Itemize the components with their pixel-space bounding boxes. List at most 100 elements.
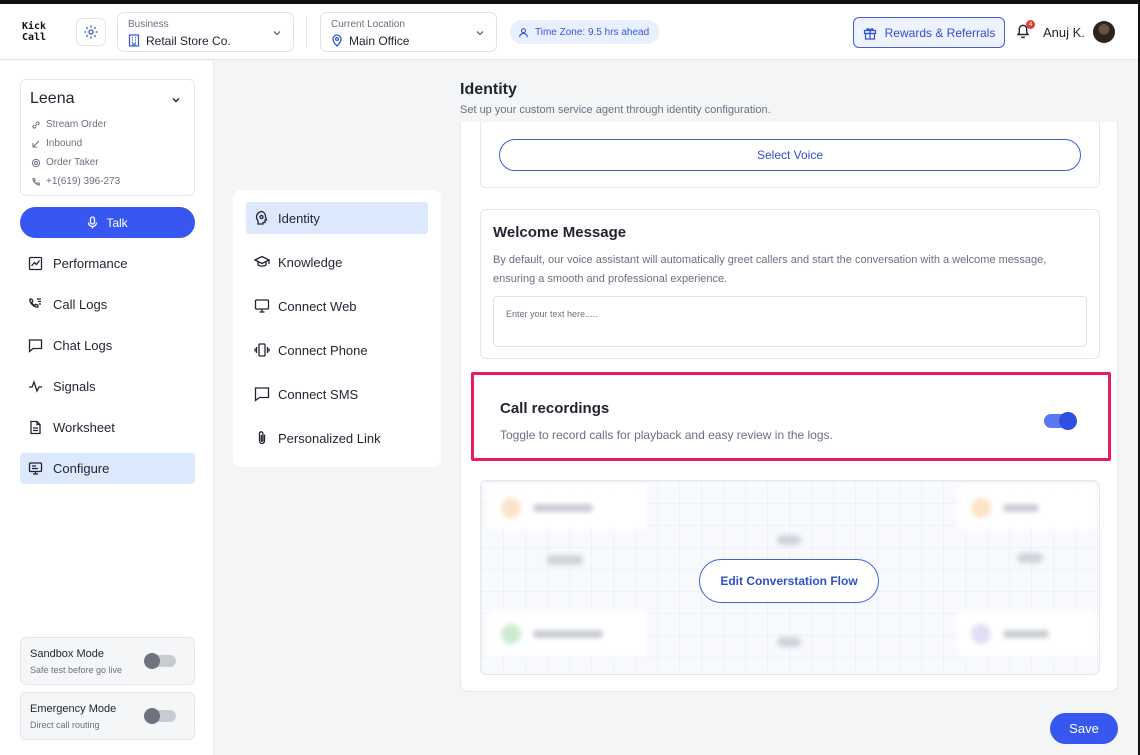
toggle-knob xyxy=(144,708,160,724)
divider xyxy=(306,16,307,48)
sidebar-item-signals[interactable]: Signals xyxy=(20,371,195,402)
menu-item-personalized-link[interactable]: Personalized Link xyxy=(246,422,428,454)
menu-item-label: Connect Phone xyxy=(278,342,368,358)
message-icon xyxy=(254,387,270,402)
sidebar: Leena Stream Order Inbound Order Taker +… xyxy=(0,61,214,755)
talk-button[interactable]: Talk xyxy=(20,207,195,238)
agent-detail-row: Stream Order xyxy=(31,119,107,130)
agent-detail-row: +1(619) 396-273 xyxy=(31,176,120,187)
flow-node xyxy=(957,485,1097,531)
sandbox-mode-card: Sandbox Mode Safe test before go live xyxy=(20,637,195,685)
avatar[interactable] xyxy=(1093,21,1115,43)
call-recordings-description: Toggle to record calls for playback and … xyxy=(500,428,833,442)
menu-item-label: Knowledge xyxy=(278,254,343,270)
agent-name: Leena xyxy=(30,90,75,107)
link-icon xyxy=(32,120,40,129)
flow-node xyxy=(957,611,1097,657)
call-recordings-toggle[interactable] xyxy=(1044,412,1077,430)
building-icon xyxy=(128,34,140,47)
business-select[interactable]: Business Retail Store Co. xyxy=(117,12,294,52)
emergency-mode-card: Emergency Mode Direct call routing xyxy=(20,692,195,740)
menu-item-knowledge[interactable]: Knowledge xyxy=(246,246,428,278)
sandbox-mode-toggle[interactable] xyxy=(144,653,176,669)
welcome-message-title: Welcome Message xyxy=(493,224,627,241)
sidebar-item-label: Worksheet xyxy=(53,420,115,435)
rewards-referrals-button[interactable]: Rewards & Referrals xyxy=(853,17,1005,48)
edit-conversation-flow-button[interactable]: Edit Converstation Flow xyxy=(699,559,879,603)
sidebar-item-configure[interactable]: Configure xyxy=(20,453,195,484)
settings-menu: Identity Knowledge Connect Web Connect P… xyxy=(233,190,441,467)
conversation-flow-preview: Edit Converstation Flow xyxy=(480,480,1100,675)
menu-item-identity[interactable]: Identity xyxy=(246,202,428,234)
chart-icon xyxy=(28,256,43,271)
flow-edge-label xyxy=(547,555,583,565)
flow-node-dot xyxy=(501,624,521,644)
identity-panel: Select Voice Welcome Message By default,… xyxy=(460,122,1118,692)
chevron-down-icon[interactable] xyxy=(170,94,182,106)
identity-icon xyxy=(255,210,268,225)
rewards-label: Rewards & Referrals xyxy=(884,25,996,40)
emergency-mode-toggle[interactable] xyxy=(144,708,176,724)
sidebar-item-call-logs[interactable]: Call Logs xyxy=(20,289,195,320)
flow-node-bar xyxy=(533,504,593,512)
sidebar-item-label: Performance xyxy=(53,256,128,271)
business-value: Retail Store Co. xyxy=(146,34,231,48)
sidebar-item-chat-logs[interactable]: Chat Logs xyxy=(20,330,195,361)
app-logo[interactable]: Kick Call xyxy=(22,21,52,43)
agent-detail-row: Order Taker xyxy=(31,157,99,168)
agent-card[interactable]: Leena Stream Order Inbound Order Taker +… xyxy=(20,79,195,196)
menu-item-connect-sms[interactable]: Connect SMS xyxy=(246,378,428,410)
flow-edge-label xyxy=(1017,553,1043,563)
toggle-knob xyxy=(144,653,160,669)
user-icon xyxy=(519,27,528,37)
microphone-icon xyxy=(88,216,98,229)
toggle-knob xyxy=(1059,412,1077,430)
save-button[interactable]: Save xyxy=(1050,713,1118,744)
emergency-mode-title: Emergency Mode xyxy=(30,703,117,715)
pulse-icon xyxy=(29,380,42,393)
settings-cog-icon xyxy=(31,158,41,167)
sandbox-mode-subtitle: Safe test before go live xyxy=(30,665,123,675)
settings-button[interactable] xyxy=(76,18,106,46)
page-subtitle: Set up your custom service agent through… xyxy=(460,104,771,116)
agent-detail-row: Inbound xyxy=(31,138,82,149)
sidebar-item-worksheet[interactable]: Worksheet xyxy=(20,412,195,443)
menu-item-connect-web[interactable]: Connect Web xyxy=(246,290,428,322)
welcome-message-input[interactable] xyxy=(493,296,1087,347)
arrow-down-left-icon xyxy=(32,140,40,147)
user-name[interactable]: Anuj K. xyxy=(1043,25,1085,40)
voice-card: Select Voice xyxy=(480,122,1100,188)
flow-node-dot xyxy=(501,498,521,518)
phone-list-icon xyxy=(29,298,41,308)
chat-icon xyxy=(28,339,43,353)
select-voice-button[interactable]: Select Voice xyxy=(499,139,1081,171)
chevron-down-icon xyxy=(273,31,281,36)
flow-edge-label xyxy=(777,637,801,647)
emergency-mode-subtitle: Direct call routing xyxy=(30,720,100,730)
location-pin-icon xyxy=(332,34,342,47)
page-title: Identity xyxy=(460,81,517,98)
sandbox-mode-title: Sandbox Mode xyxy=(30,648,104,660)
gift-icon xyxy=(863,27,876,40)
sidebar-item-label: Signals xyxy=(53,379,96,394)
gear-icon xyxy=(84,25,98,39)
menu-item-connect-phone[interactable]: Connect Phone xyxy=(246,334,428,366)
flow-node xyxy=(487,485,647,531)
notification-badge: 4 xyxy=(1026,20,1035,29)
location-select[interactable]: Current Location Main Office xyxy=(320,12,497,52)
menu-item-label: Connect SMS xyxy=(278,386,359,402)
top-bar: Kick Call Business Retail Store Co. Curr… xyxy=(0,4,1138,60)
sidebar-item-label: Call Logs xyxy=(53,297,108,312)
welcome-message-card: Welcome Message By default, our voice as… xyxy=(480,209,1100,359)
paperclip-icon xyxy=(258,431,266,445)
timezone-text: Time Zone: 9.5 hrs ahead xyxy=(535,26,650,38)
call-recordings-card: Call recordings Toggle to record calls f… xyxy=(471,372,1111,461)
location-caption: Current Location xyxy=(331,19,405,30)
welcome-message-description: By default, our voice assistant will aut… xyxy=(493,254,1047,285)
flow-node-dot xyxy=(971,498,991,518)
menu-item-label: Identity xyxy=(278,210,320,226)
flow-edge-label xyxy=(777,535,801,545)
sidebar-item-label: Chat Logs xyxy=(53,338,113,353)
graduation-cap-icon xyxy=(254,255,270,267)
sidebar-item-performance[interactable]: Performance xyxy=(20,248,195,279)
